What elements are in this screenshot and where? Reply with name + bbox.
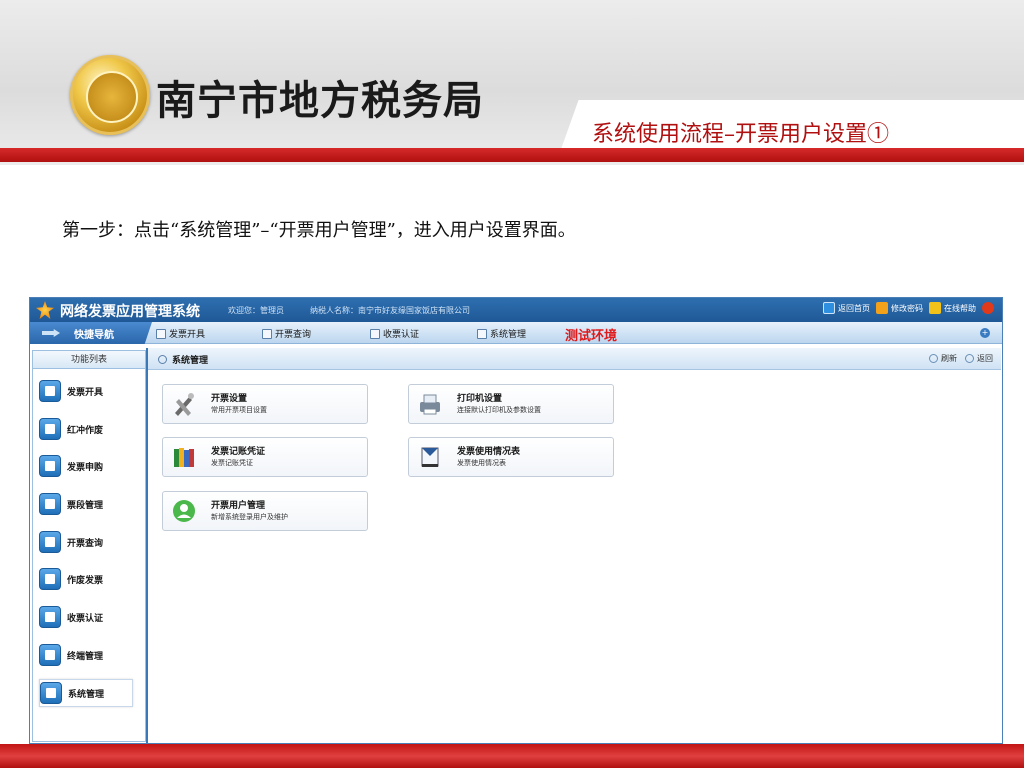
card-user-management[interactable]: 开票用户管理 新增系统登录用户及维护 bbox=[162, 491, 368, 531]
app-topbar: 网络发票应用管理系统 欢迎您：管理员 纳税人名称：南宁市好友缘国家饭店有限公司 … bbox=[30, 298, 1002, 322]
nav-invoice-query[interactable]: 开票查询 bbox=[262, 327, 311, 340]
app-title: 网络发票应用管理系统 bbox=[60, 304, 200, 320]
taxpayer-name: 纳税人名称：南宁市好友缘国家饭店有限公司 bbox=[310, 306, 470, 315]
refresh-button[interactable]: 刷新 bbox=[929, 353, 957, 364]
app-logo-icon bbox=[36, 301, 54, 319]
inbox-icon bbox=[370, 328, 380, 339]
top-actions: 返回首页 修改密码 在线帮助 bbox=[823, 302, 994, 314]
lock-icon bbox=[876, 302, 888, 314]
sidebar-item-red-void[interactable]: 红冲作废 bbox=[39, 415, 133, 443]
header-red-band bbox=[0, 148, 1024, 162]
slide-header: 南宁市地方税务局 系统使用流程–开票用户设置① bbox=[0, 0, 1024, 165]
back-icon bbox=[965, 354, 974, 363]
check-icon bbox=[39, 606, 61, 628]
step-instruction: 第一步：点击“系统管理”–“开票用户管理”，进入用户设置界面。 bbox=[62, 220, 576, 241]
home-link[interactable]: 返回首页 bbox=[823, 302, 870, 314]
sidebar-item-query[interactable]: 开票查询 bbox=[39, 528, 133, 556]
power-icon bbox=[982, 302, 994, 314]
file-icon bbox=[39, 568, 61, 590]
tax-bureau-seal-icon bbox=[70, 55, 150, 135]
printer-icon bbox=[420, 394, 440, 415]
books-icon bbox=[174, 448, 194, 467]
nav-system-admin[interactable]: 系统管理 bbox=[477, 327, 526, 340]
document-icon bbox=[39, 418, 61, 440]
org-title: 南宁市地方税务局 bbox=[156, 78, 484, 124]
card-invoice-settings[interactable]: 开票设置 常用开票项目设置 bbox=[162, 384, 368, 424]
circle-arrow-icon bbox=[158, 355, 167, 364]
logout-button[interactable] bbox=[982, 302, 994, 314]
cart-icon bbox=[39, 455, 61, 477]
edit-icon bbox=[156, 328, 166, 339]
home-icon bbox=[823, 302, 835, 314]
refresh-icon bbox=[929, 354, 938, 363]
sidebar-item-terminal[interactable]: 终端管理 bbox=[39, 641, 133, 669]
sidebar-item-system[interactable]: 系统管理 bbox=[39, 679, 133, 707]
change-password-link[interactable]: 修改密码 bbox=[876, 302, 923, 314]
terminal-icon bbox=[39, 644, 61, 666]
sidebar-item-voided[interactable]: 作废发票 bbox=[39, 565, 133, 593]
edit-icon bbox=[39, 380, 61, 402]
sidebar-item-segment[interactable]: 票段管理 bbox=[39, 490, 133, 518]
nav-receipt-verify[interactable]: 收票认证 bbox=[370, 327, 419, 340]
online-help-link[interactable]: 在线帮助 bbox=[929, 302, 976, 314]
card-printer-settings[interactable]: 打印机设置 连接默认打印机及参数设置 bbox=[408, 384, 614, 424]
app-window: 网络发票应用管理系统 欢迎您：管理员 纳税人名称：南宁市好友缘国家饭店有限公司 … bbox=[29, 297, 1003, 744]
card-usage-report[interactable]: 发票使用情况表 发票使用情况表 bbox=[408, 437, 614, 477]
expand-icon[interactable]: + bbox=[980, 328, 990, 338]
footer-band bbox=[0, 744, 1024, 768]
table-icon bbox=[262, 328, 272, 339]
sidebar-item-purchase[interactable]: 发票申购 bbox=[39, 452, 133, 480]
breadcrumb: 系统管理 bbox=[172, 356, 209, 366]
settings-icon bbox=[477, 328, 487, 339]
tools-icon bbox=[175, 393, 194, 416]
sidebar-item-issue-invoice[interactable]: 发票开具 bbox=[39, 377, 133, 405]
sidebar-item-verify[interactable]: 收票认证 bbox=[39, 603, 133, 631]
sidebar-header: 功能列表 bbox=[33, 351, 145, 369]
network-icon bbox=[39, 493, 61, 515]
user-icon bbox=[173, 500, 195, 522]
sidebar: 功能列表 发票开具 红冲作废 发票申购 票段管理 开票查询 作废发票 收票认证 bbox=[32, 350, 146, 742]
app-navbar: 快捷导航 发票开具 开票查询 收票认证 系统管理 测试环境 + bbox=[30, 322, 1002, 344]
back-button[interactable]: 返回 bbox=[965, 353, 993, 364]
test-environment-label: 测试环境 bbox=[565, 329, 618, 344]
slide-subtitle: 系统使用流程–开票用户设置① bbox=[592, 122, 890, 147]
card-accounting-voucher[interactable]: 发票记账凭证 发票记账凭证 bbox=[162, 437, 368, 477]
quicknav-button[interactable]: 快捷导航 bbox=[30, 322, 152, 344]
help-icon bbox=[929, 302, 941, 314]
search-icon bbox=[39, 531, 61, 553]
main-header: 系统管理 刷新 返回 bbox=[148, 348, 1001, 370]
nav-issue-invoice[interactable]: 发票开具 bbox=[156, 327, 205, 340]
report-icon bbox=[421, 447, 439, 467]
main-content: 系统管理 刷新 返回 开票设置 常用开票项目设置 打印机设置 连接默认打印机及参… bbox=[146, 348, 1001, 743]
arrow-right-icon bbox=[42, 329, 60, 337]
monitor-icon bbox=[40, 682, 62, 704]
main-actions: 刷新 返回 bbox=[929, 353, 993, 364]
welcome-text: 欢迎您：管理员 bbox=[228, 306, 284, 315]
